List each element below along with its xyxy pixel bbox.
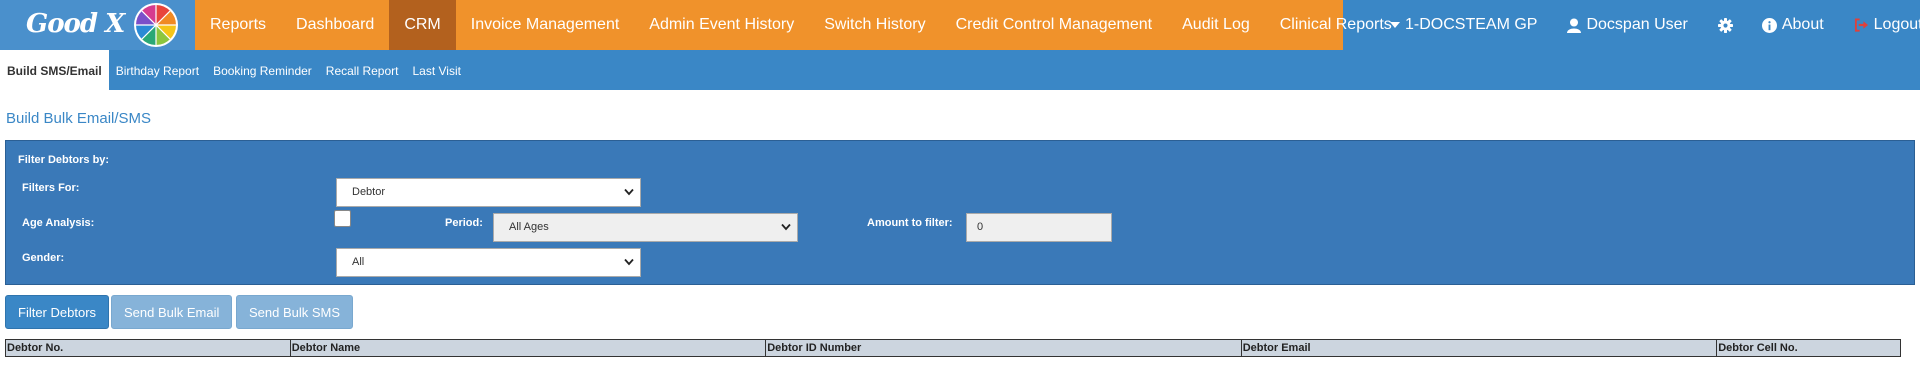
column-header[interactable]: Debtor ID Number (766, 340, 1242, 356)
caret-down-icon (1390, 22, 1400, 28)
gear-icon (1717, 17, 1733, 33)
nav-item-clinical-reports[interactable]: Clinical Reports (1265, 0, 1407, 50)
nav-item-admin-event-history[interactable]: Admin Event History (634, 0, 809, 50)
period-label: Period: (445, 217, 483, 229)
filter-heading: Filter Debtors by: (18, 154, 110, 166)
about-label: About (1781, 16, 1824, 33)
logo-text: Good X (26, 9, 125, 39)
brand-logo[interactable]: Good X (0, 0, 195, 50)
tab-recall-report[interactable]: Recall Report (319, 50, 406, 90)
column-header[interactable]: Debtor Email (1242, 340, 1718, 356)
tab-build-sms-email[interactable]: Build SMS/Email (0, 50, 109, 90)
right-nav: 1-DOCSTEAM GP Docspan User About Logout (1390, 0, 1920, 50)
gender-value: All (352, 256, 365, 268)
info-icon (1761, 17, 1777, 33)
chevron-down-icon (624, 188, 634, 196)
amount-label: Amount to filter: (867, 217, 953, 229)
send-bulk-sms-button[interactable]: Send Bulk SMS (236, 295, 354, 329)
user-menu[interactable]: Docspan User (1567, 16, 1688, 34)
sign-out-icon (1854, 18, 1868, 32)
age-analysis-checkbox[interactable] (334, 210, 351, 227)
color-wheel-icon (134, 3, 178, 47)
debtors-table-header: Debtor No. Debtor Name Debtor ID Number Deb… (5, 339, 1901, 357)
settings-button[interactable] (1717, 17, 1738, 33)
user-label: Docspan User (1586, 16, 1688, 33)
period-value: All Ages (509, 221, 549, 233)
nav-item-dashboard[interactable]: Dashboard (281, 0, 389, 50)
chevron-down-icon (781, 223, 791, 231)
filters-for-label: Filters For: (22, 182, 80, 194)
nav-item-credit-control-management[interactable]: Credit Control Management (941, 0, 1168, 50)
practice-dropdown[interactable]: 1-DOCSTEAM GP (1390, 16, 1537, 34)
column-header[interactable]: Debtor Name (291, 340, 767, 356)
tab-booking-reminder[interactable]: Booking Reminder (206, 50, 319, 90)
gender-label: Gender: (22, 252, 65, 264)
nav-item-switch-history[interactable]: Switch History (809, 0, 940, 50)
logout-label: Logout (1873, 16, 1920, 33)
age-analysis-label: Age Analysis: (22, 217, 95, 229)
gender-select[interactable]: All (336, 248, 641, 277)
page-title: Build Bulk Email/SMS (6, 110, 152, 127)
amount-input[interactable]: 0 (966, 213, 1112, 242)
filters-for-select[interactable]: Debtor (336, 178, 641, 207)
period-select[interactable]: All Ages (493, 213, 798, 242)
column-header[interactable]: Debtor No. (6, 340, 291, 356)
top-navbar: Good X Reports Dashboard CRM Invoice Manage… (0, 0, 1920, 50)
main-nav: Reports Dashboard CRM Invoice Management Adm… (195, 0, 1392, 50)
nav-item-audit-log[interactable]: Audit Log (1167, 0, 1265, 50)
nav-item-reports[interactable]: Reports (195, 0, 281, 50)
practice-label: 1-DOCSTEAM GP (1405, 16, 1538, 33)
filters-for-value: Debtor (352, 186, 386, 198)
logout-link[interactable]: Logout (1854, 16, 1920, 34)
filter-debtors-button[interactable]: Filter Debtors (5, 295, 110, 329)
send-bulk-email-button[interactable]: Send Bulk Email (111, 295, 233, 329)
filter-panel: Filter Debtors by: Filters For: Debtor A… (5, 140, 1915, 285)
nav-item-invoice-management[interactable]: Invoice Management (456, 0, 635, 50)
nav-item-crm[interactable]: CRM (389, 0, 456, 50)
sub-nav: Build SMS/Email Birthday Report Booking Re… (0, 50, 1920, 90)
user-icon (1567, 18, 1582, 33)
chevron-down-icon (624, 258, 634, 266)
column-header[interactable]: Debtor Cell No. (1717, 340, 1900, 356)
tab-birthday-report[interactable]: Birthday Report (109, 50, 206, 90)
tab-last-visit[interactable]: Last Visit (405, 50, 467, 90)
about-link[interactable]: About (1761, 16, 1824, 34)
